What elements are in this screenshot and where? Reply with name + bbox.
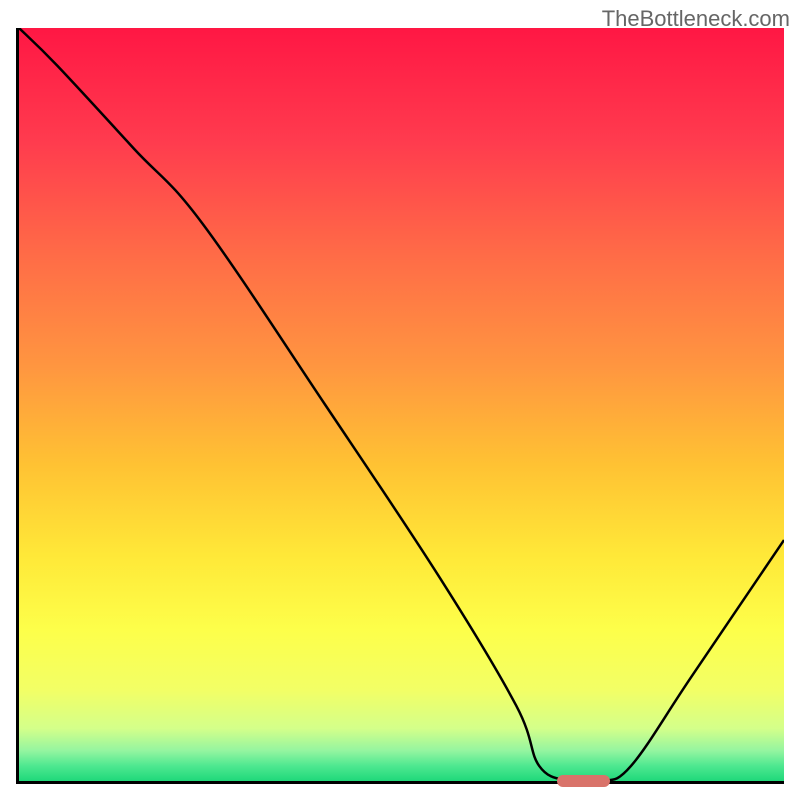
watermark-text: TheBottleneck.com <box>602 6 790 32</box>
optimal-marker <box>557 775 611 787</box>
bottleneck-curve <box>19 28 784 781</box>
chart-area <box>16 28 784 784</box>
